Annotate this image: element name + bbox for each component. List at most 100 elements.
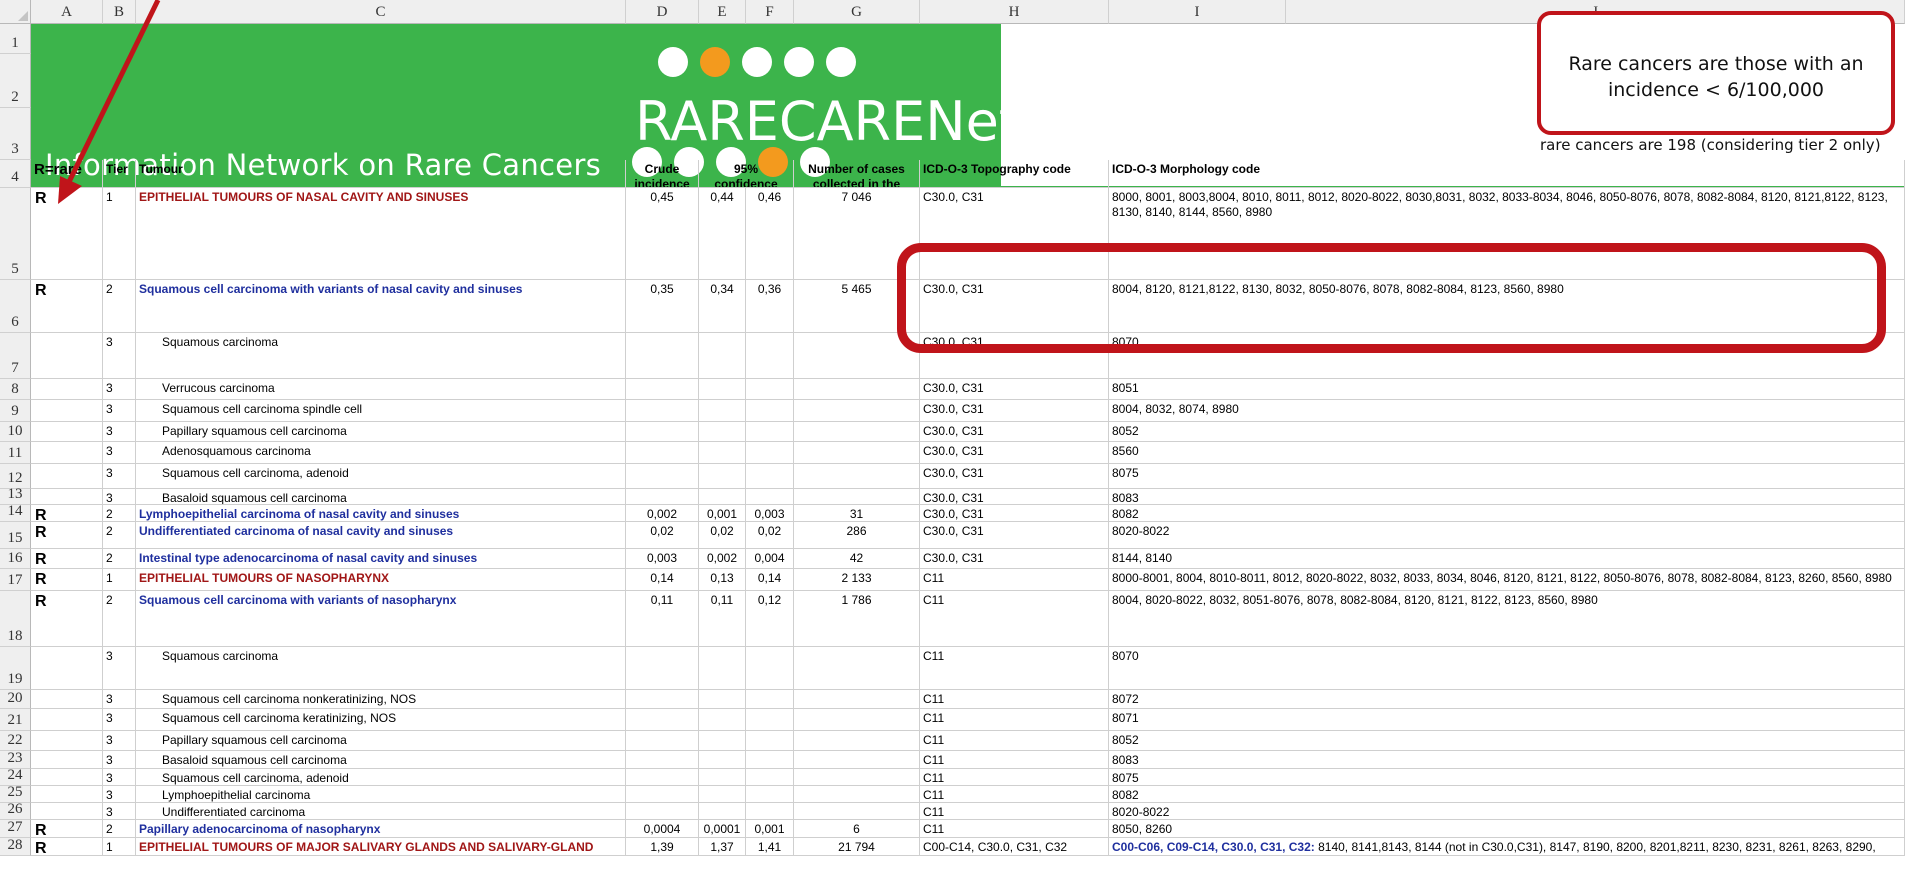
tumour-cell[interactable]: Squamous cell carcinoma keratinizing, NO… bbox=[136, 709, 626, 731]
ci-low-cell[interactable] bbox=[699, 769, 746, 786]
crude-rate-cell[interactable] bbox=[626, 379, 699, 400]
morphology-cell[interactable]: 8004, 8032, 8074, 8980 bbox=[1109, 400, 1905, 422]
row-header[interactable]: 21 bbox=[0, 709, 31, 731]
morphology-cell[interactable]: 8083 bbox=[1109, 489, 1905, 505]
crude-rate-cell[interactable]: 0,11 bbox=[626, 591, 699, 647]
ci-low-cell[interactable] bbox=[699, 786, 746, 803]
row-header[interactable]: 10 bbox=[0, 422, 31, 442]
rare-flag[interactable] bbox=[31, 731, 103, 751]
ci-low-cell[interactable] bbox=[699, 803, 746, 820]
ci-high-cell[interactable] bbox=[746, 709, 794, 731]
topography-cell[interactable]: C11 bbox=[920, 569, 1109, 591]
tier-cell[interactable]: 3 bbox=[103, 786, 136, 803]
tier-cell[interactable]: 3 bbox=[103, 442, 136, 464]
topography-cell[interactable]: C11 bbox=[920, 769, 1109, 786]
header-number-of-cases[interactable]: Number of cases collected in the RARECAR… bbox=[794, 160, 920, 188]
column-header-g[interactable]: G bbox=[794, 0, 920, 24]
row-header[interactable]: 27 bbox=[0, 819, 31, 838]
rare-flag[interactable] bbox=[31, 786, 103, 803]
cases-cell[interactable] bbox=[794, 400, 920, 422]
ci-low-cell[interactable] bbox=[699, 751, 746, 769]
row-header[interactable]: 20 bbox=[0, 690, 31, 709]
cases-cell[interactable] bbox=[794, 489, 920, 505]
morphology-cell[interactable]: 8560 bbox=[1109, 442, 1905, 464]
ci-low-cell[interactable] bbox=[699, 379, 746, 400]
crude-rate-cell[interactable]: 0,35 bbox=[626, 280, 699, 333]
crude-rate-cell[interactable] bbox=[626, 400, 699, 422]
rare-flag[interactable] bbox=[31, 464, 103, 489]
cases-cell[interactable] bbox=[794, 464, 920, 489]
rare-flag[interactable] bbox=[31, 400, 103, 422]
cases-cell[interactable]: 1 786 bbox=[794, 591, 920, 647]
column-header-i[interactable]: I bbox=[1109, 0, 1286, 24]
rare-flag[interactable] bbox=[31, 333, 103, 379]
tumour-cell[interactable]: Squamous cell carcinoma with variants of… bbox=[136, 591, 626, 647]
tier-cell[interactable]: 3 bbox=[103, 647, 136, 690]
cases-cell[interactable]: 31 bbox=[794, 505, 920, 522]
ci-low-cell[interactable]: 0,13 bbox=[699, 569, 746, 591]
morphology-cell[interactable]: 8020-8022 bbox=[1109, 522, 1905, 549]
cases-cell[interactable]: 6 bbox=[794, 820, 920, 838]
morphology-cell[interactable]: 8004, 8020-8022, 8032, 8051-8076, 8078, … bbox=[1109, 591, 1905, 647]
tier-cell[interactable]: 2 bbox=[103, 280, 136, 333]
morphology-cell[interactable]: 8072 bbox=[1109, 690, 1905, 709]
tier-cell[interactable]: 2 bbox=[103, 522, 136, 549]
ci-low-cell[interactable]: 0,001 bbox=[699, 505, 746, 522]
rare-flag[interactable]: R bbox=[31, 820, 103, 838]
row-header[interactable]: 8 bbox=[0, 379, 31, 400]
morphology-cell[interactable]: 8050, 8260 bbox=[1109, 820, 1905, 838]
ci-low-cell[interactable]: 0,02 bbox=[699, 522, 746, 549]
rare-flag[interactable]: R bbox=[31, 591, 103, 647]
header-morphology[interactable]: ICD-O-3 Morphology code bbox=[1109, 160, 1905, 188]
cases-cell[interactable] bbox=[794, 803, 920, 820]
morphology-cell[interactable]: 8020-8022 bbox=[1109, 803, 1905, 820]
rare-flag[interactable] bbox=[31, 751, 103, 769]
topography-cell[interactable]: C11 bbox=[920, 786, 1109, 803]
column-header-e[interactable]: E bbox=[699, 0, 746, 24]
rare-flag[interactable] bbox=[31, 422, 103, 442]
ci-low-cell[interactable] bbox=[699, 709, 746, 731]
tumour-cell[interactable]: Squamous cell carcinoma spindle cell bbox=[136, 400, 626, 422]
row-header[interactable]: 19 bbox=[0, 647, 31, 690]
morphology-cell[interactable]: 8071 bbox=[1109, 709, 1905, 731]
row-header[interactable]: 22 bbox=[0, 731, 31, 751]
crude-rate-cell[interactable]: 1,39 bbox=[626, 838, 699, 856]
tumour-cell[interactable]: Papillary squamous cell carcinoma bbox=[136, 731, 626, 751]
topography-cell[interactable]: C30.0, C31 bbox=[920, 522, 1109, 549]
crude-rate-cell[interactable] bbox=[626, 464, 699, 489]
crude-rate-cell[interactable] bbox=[626, 442, 699, 464]
tumour-cell[interactable]: Verrucous carcinoma bbox=[136, 379, 626, 400]
tier-cell[interactable]: 3 bbox=[103, 751, 136, 769]
topography-cell[interactable]: C11 bbox=[920, 690, 1109, 709]
ci-high-cell[interactable]: 0,36 bbox=[746, 280, 794, 333]
ci-high-cell[interactable] bbox=[746, 379, 794, 400]
ci-high-cell[interactable] bbox=[746, 731, 794, 751]
topography-cell[interactable]: C30.0, C31 bbox=[920, 422, 1109, 442]
ci-low-cell[interactable]: 0,0001 bbox=[699, 820, 746, 838]
crude-rate-cell[interactable]: 0,002 bbox=[626, 505, 699, 522]
ci-high-cell[interactable]: 0,003 bbox=[746, 505, 794, 522]
cases-cell[interactable] bbox=[794, 422, 920, 442]
ci-low-cell[interactable] bbox=[699, 464, 746, 489]
tumour-cell[interactable]: Squamous cell carcinoma nonkeratinizing,… bbox=[136, 690, 626, 709]
column-header-c[interactable]: C bbox=[136, 0, 626, 24]
tier-cell[interactable]: 2 bbox=[103, 505, 136, 522]
rare-flag[interactable]: R bbox=[31, 505, 103, 522]
rare-flag[interactable] bbox=[31, 647, 103, 690]
column-header-h[interactable]: H bbox=[920, 0, 1109, 24]
cases-cell[interactable] bbox=[794, 690, 920, 709]
tumour-cell[interactable]: Lymphoepithelial carcinoma of nasal cavi… bbox=[136, 505, 626, 522]
ci-high-cell[interactable] bbox=[746, 400, 794, 422]
morphology-cell[interactable]: 8083 bbox=[1109, 751, 1905, 769]
cases-cell[interactable] bbox=[794, 731, 920, 751]
tumour-cell[interactable]: Basaloid squamous cell carcinoma bbox=[136, 489, 626, 505]
row-header[interactable]: 1 bbox=[0, 24, 31, 54]
tier-cell[interactable]: 3 bbox=[103, 422, 136, 442]
topography-cell[interactable]: C30.0, C31 bbox=[920, 379, 1109, 400]
ci-low-cell[interactable]: 1,37 bbox=[699, 838, 746, 856]
tumour-cell[interactable]: Undifferentiated carcinoma of nasal cavi… bbox=[136, 522, 626, 549]
ci-high-cell[interactable] bbox=[746, 690, 794, 709]
column-header-b[interactable]: B bbox=[103, 0, 136, 24]
topography-cell[interactable]: C30.0, C31 bbox=[920, 400, 1109, 422]
rare-flag[interactable]: R bbox=[31, 522, 103, 549]
